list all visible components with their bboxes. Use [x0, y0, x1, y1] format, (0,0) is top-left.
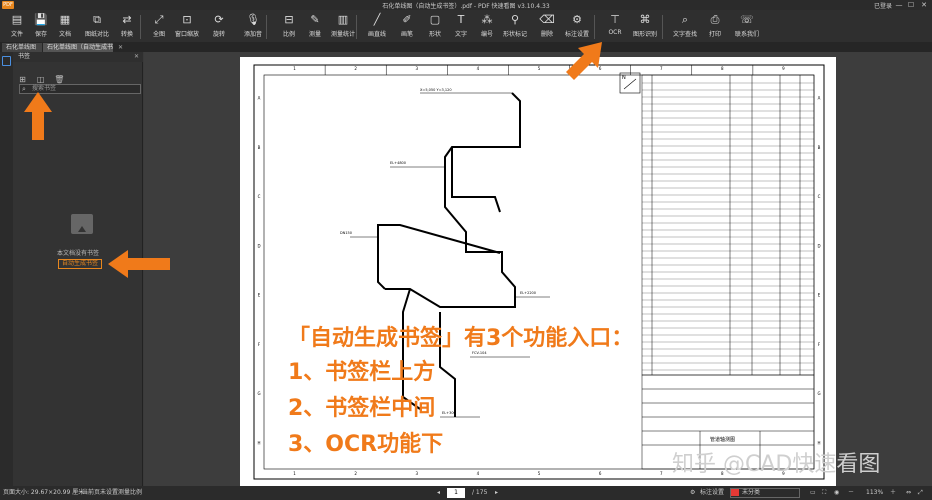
app-window: PDF 石化单线图（自动生成书签）.pdf - PDF 快速看图 v3.10.4… [0, 0, 932, 500]
zoom-in-icon[interactable]: ＋ [890, 486, 896, 500]
zoom-level[interactable]: 113% [866, 486, 883, 500]
overlay-line-1: 1、书签栏上方 [288, 360, 436, 385]
arrow-ocr-icon [566, 42, 602, 80]
arrow-up-icon [24, 92, 52, 140]
eye-icon[interactable]: ◉ [834, 486, 839, 500]
fit-page-icon[interactable]: ⤢ [918, 486, 923, 500]
fullscreen-icon[interactable]: ⛶ [822, 486, 826, 500]
fit-width-icon[interactable]: ⇔ [906, 486, 911, 500]
annotation-arrows [24, 42, 602, 278]
next-page-icon[interactable]: ▸ [495, 486, 498, 500]
zoom-out-icon[interactable]: － [848, 486, 854, 500]
overlay-line-2: 2、书签栏中间 [288, 396, 436, 421]
annotation-settings-icon[interactable]: ⚙ [690, 486, 695, 500]
annotation-settings-label[interactable]: 标注设置 [700, 486, 724, 500]
overlay-line-3: 3、OCR功能下 [288, 432, 444, 457]
prev-page-icon[interactable]: ◂ [437, 486, 440, 500]
category-label: 未分类 [742, 489, 761, 496]
page-size: 页面大小: 29.67×20.99 厘米 [3, 489, 85, 496]
category-color-swatch [731, 489, 739, 496]
watermark: 知乎 @CAD快速看图 [672, 452, 881, 477]
arrow-left-icon [108, 250, 170, 278]
view-mode-icon[interactable]: ▭ [810, 486, 816, 500]
scale-hint[interactable]: 当前页未设置测量比例 [82, 486, 142, 500]
overlay-heading: 「自动生成书签」有3个功能入口： [288, 326, 634, 351]
total-pages: / 175 [472, 489, 488, 496]
category-select[interactable] [730, 488, 800, 498]
status-bar: 页面大小: 29.67×20.99 厘米 当前页未设置测量比例 ◂ 1 / 17… [0, 486, 932, 500]
page-number-input[interactable]: 1 [447, 488, 465, 498]
